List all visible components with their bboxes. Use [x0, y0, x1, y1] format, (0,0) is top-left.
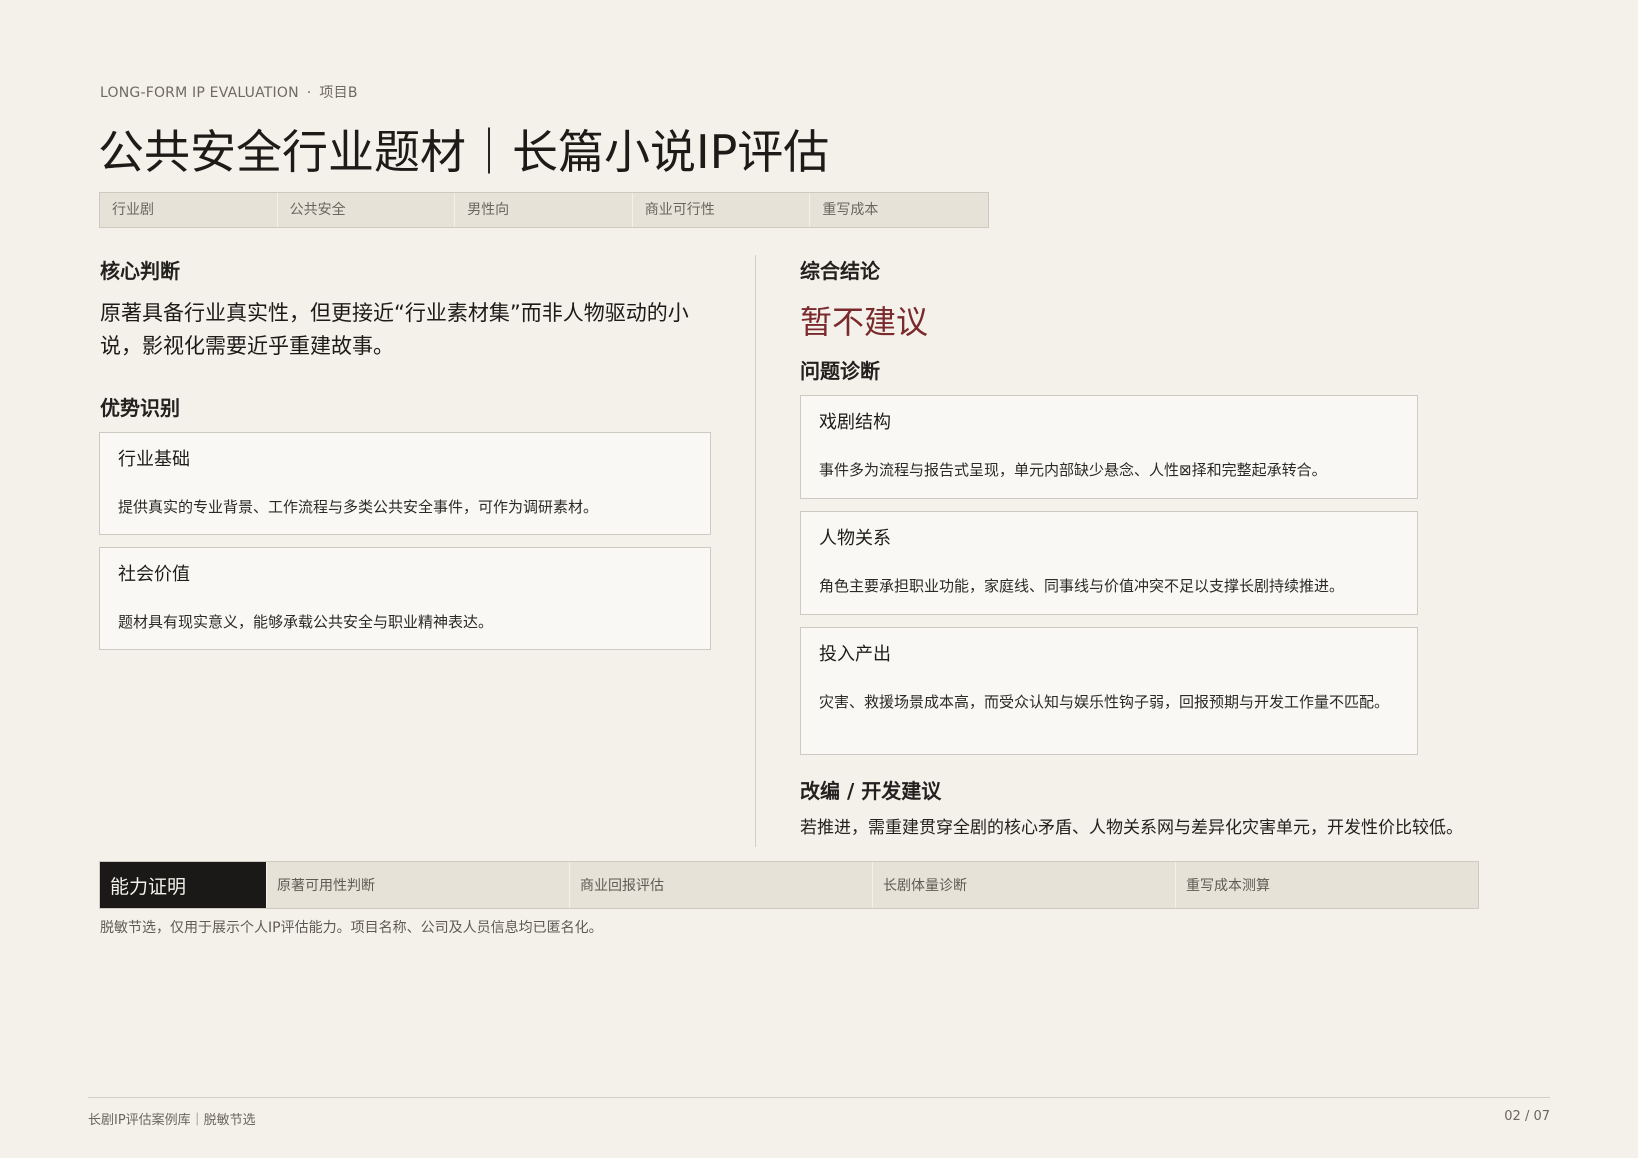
card-title: 行业基础 — [118, 449, 190, 470]
card-title: 社会价值 — [118, 564, 190, 585]
card-body: 灾害、救援场景成本高，而受众认知与娱乐性钩子弱，回报预期与开发工作量不匹配。 — [819, 693, 1390, 711]
proof-item: 原著可用性判断 — [266, 862, 569, 908]
issue-card-character-relations: 人物关系 角色主要承担职业功能，家庭线、同事线与价值冲突不足以支撑长剧持续推进。 — [800, 511, 1418, 615]
advice-text: 若推进，需重建贯穿全剧的核心矛盾、人物关系网与差异化灾害单元，开发性价比较低。 — [800, 818, 1463, 838]
eyebrow-en: LONG-FORM IP EVALUATION — [100, 85, 299, 101]
proof-heading: 能力证明 — [100, 862, 266, 908]
card-title: 戏剧结构 — [819, 412, 891, 433]
strength-card-social-value: 社会价值 题材具有现实意义，能够承载公共安全与职业精神表达。 — [99, 547, 711, 650]
card-body: 事件多为流程与报告式呈现，单元内部缺少悬念、人性⊠择和完整起承转合。 — [819, 461, 1327, 479]
verdict: 暂不建议 — [800, 303, 929, 341]
tag: 公共安全 — [278, 193, 456, 227]
card-title: 投入产出 — [819, 644, 891, 665]
eyebrow: LONG-FORM IP EVALUATION · 项目B — [100, 82, 358, 102]
issue-card-input-output: 投入产出 灾害、救援场景成本高，而受众认知与娱乐性钩子弱，回报预期与开发工作量不… — [800, 627, 1418, 755]
capability-proof-bar: 能力证明 原著可用性判断 商业回报评估 长剧体量诊断 重写成本测算 — [99, 861, 1479, 909]
card-title: 人物关系 — [819, 528, 891, 549]
page-number: 02 / 07 — [1504, 1109, 1550, 1124]
core-judgment-label: 核心判断 — [100, 259, 180, 283]
tag: 行业剧 — [100, 193, 278, 227]
issue-card-drama-structure: 戏剧结构 事件多为流程与报告式呈现，单元内部缺少悬念、人性⊠择和完整起承转合。 — [800, 395, 1418, 499]
conclusion-label: 综合结论 — [800, 259, 880, 283]
tag: 商业可行性 — [633, 193, 811, 227]
page-title: 公共安全行业题材｜长篇小说IP评估 — [98, 125, 830, 179]
column-divider — [755, 255, 756, 847]
footer-source: 长剧IP评估案例库｜脱敏节选 — [88, 1113, 256, 1128]
tag-strip: 行业剧 公共安全 男性向 商业可行性 重写成本 — [99, 192, 989, 228]
proof-item: 重写成本测算 — [1175, 862, 1478, 908]
strength-card-industry: 行业基础 提供真实的专业背景、工作流程与多类公共安全事件，可作为调研素材。 — [99, 432, 711, 535]
footer-divider — [88, 1097, 1550, 1098]
card-body: 提供真实的专业背景、工作流程与多类公共安全事件，可作为调研素材。 — [118, 498, 599, 516]
strengths-label: 优势识别 — [100, 396, 180, 420]
diagnosis-label: 问题诊断 — [800, 359, 880, 383]
eyebrow-separator: · — [306, 85, 312, 101]
proof-item: 商业回报评估 — [569, 862, 872, 908]
proof-item: 长剧体量诊断 — [872, 862, 1175, 908]
tag: 重写成本 — [822, 202, 879, 218]
advice-label: 改编 / 开发建议 — [800, 779, 942, 803]
card-body: 题材具有现实意义，能够承载公共安全与职业精神表达。 — [118, 613, 494, 631]
core-judgment-text: 原著具备行业真实性，但更接近“行业素材集”而非人物驱动的小说，影视化需要近乎重建… — [100, 301, 689, 358]
card-body: 角色主要承担职业功能，家庭线、同事线与价值冲突不足以支撑长剧持续推进。 — [819, 577, 1345, 595]
disclaimer: 脱敏节选，仅用于展示个人IP评估能力。项目名称、公司及人员信息均已匿名化。 — [100, 920, 603, 936]
tag: 男性向 — [455, 193, 633, 227]
eyebrow-project: 项目B — [319, 85, 358, 101]
